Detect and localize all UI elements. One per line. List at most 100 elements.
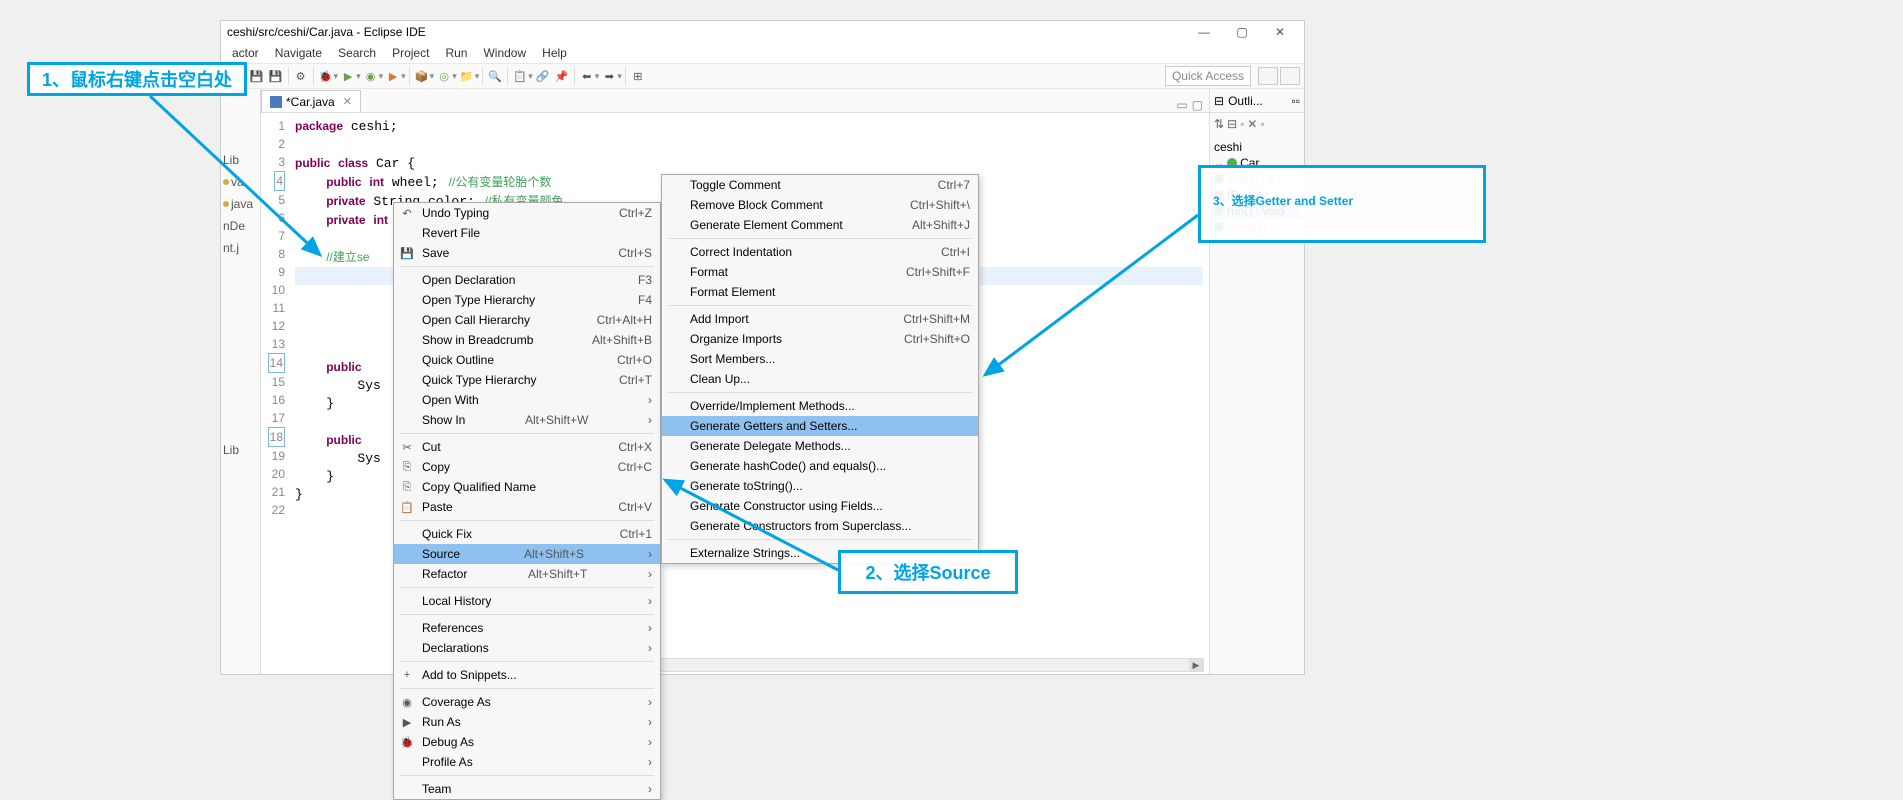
menu-item-save[interactable]: 💾SaveCtrl+S [394, 243, 660, 263]
menu-item-generate-hashcode-and-equals-[interactable]: Generate hashCode() and equals()... [662, 456, 978, 476]
menu-item-show-in[interactable]: Show InAlt+Shift+W› [394, 410, 660, 430]
back-icon[interactable]: ⬅ [578, 67, 596, 85]
hide-nonpublic-icon[interactable]: ◦ [1260, 117, 1264, 131]
annotation-3: 3、选择Getter and Setter [1198, 165, 1486, 243]
filter-icon[interactable]: ⊟ [1227, 117, 1237, 131]
menu-help[interactable]: Help [535, 44, 574, 62]
save-icon[interactable]: 💾 [248, 67, 266, 85]
menu-item-correct-indentation[interactable]: Correct IndentationCtrl+I [662, 242, 978, 262]
menu-window[interactable]: Window [476, 44, 533, 62]
perspective-button[interactable] [1258, 67, 1278, 85]
outline-icon: ⊟ [1214, 94, 1224, 108]
menu-item-sort-members-[interactable]: Sort Members... [662, 349, 978, 369]
menu-item-run-as[interactable]: ▶Run As› [394, 712, 660, 732]
new-folder-icon[interactable]: 📁 [458, 67, 476, 85]
pin-icon[interactable]: 📌 [553, 67, 571, 85]
menu-item-cut[interactable]: ✂CutCtrl+X [394, 437, 660, 457]
scroll-right-icon[interactable]: ▶ [1189, 659, 1203, 671]
maximize-view-icon[interactable]: ▢ [1192, 98, 1203, 112]
menu-item-paste[interactable]: 📋PasteCtrl+V [394, 497, 660, 517]
java-perspective-button[interactable] [1280, 67, 1300, 85]
menu-item-format[interactable]: FormatCtrl+Shift+F [662, 262, 978, 282]
menu-item-revert-file[interactable]: Revert File [394, 223, 660, 243]
saveall-icon[interactable]: 💾 [267, 67, 285, 85]
menu-item-open-with[interactable]: Open With› [394, 390, 660, 410]
coverage-icon[interactable]: ◉ [362, 67, 380, 85]
search-icon[interactable]: 🔍 [486, 67, 504, 85]
left-item[interactable]: nDe [221, 215, 260, 237]
menu-item-clean-up-[interactable]: Clean Up... [662, 369, 978, 389]
menu-item-team[interactable]: Team› [394, 779, 660, 799]
menu-item-open-call-hierarchy[interactable]: Open Call HierarchyCtrl+Alt+H [394, 310, 660, 330]
menu-item-refactor[interactable]: RefactorAlt+Shift+T› [394, 564, 660, 584]
tab-close-icon[interactable]: ✕ [343, 95, 352, 108]
menu-refactor[interactable]: actor [225, 44, 266, 62]
tool-icon[interactable]: ⚙ [292, 67, 310, 85]
context-menu: ↶Undo TypingCtrl+ZRevert File💾SaveCtrl+S… [393, 202, 661, 800]
menu-item-organize-imports[interactable]: Organize ImportsCtrl+Shift+O [662, 329, 978, 349]
link-icon[interactable]: 🔗 [534, 67, 552, 85]
annotation-1: 1、鼠标右键点击空白处 [27, 62, 247, 96]
menu-item-copy-qualified-name[interactable]: ⎘Copy Qualified Name [394, 477, 660, 497]
new-pkg-icon[interactable]: 📦 [413, 67, 431, 85]
menu-item-add-to-snippets-[interactable]: +Add to Snippets... [394, 665, 660, 685]
menubar: actor Navigate Search Project Run Window… [221, 43, 1304, 63]
menu-run[interactable]: Run [438, 44, 474, 62]
menu-item-open-declaration[interactable]: Open DeclarationF3 [394, 270, 660, 290]
menu-item-remove-block-comment[interactable]: Remove Block CommentCtrl+Shift+\ [662, 195, 978, 215]
sort-icon[interactable]: ⇅ [1214, 117, 1224, 131]
menu-item-add-import[interactable]: Add ImportCtrl+Shift+M [662, 309, 978, 329]
menu-item-show-in-breadcrumb[interactable]: Show in BreadcrumbAlt+Shift+B [394, 330, 660, 350]
menu-item-generate-delegate-methods-[interactable]: Generate Delegate Methods... [662, 436, 978, 456]
menu-item-references[interactable]: References› [394, 618, 660, 638]
menu-item-generate-getters-and-setters-[interactable]: Generate Getters and Setters... [662, 416, 978, 436]
menu-navigate[interactable]: Navigate [268, 44, 329, 62]
menu-project[interactable]: Project [385, 44, 436, 62]
task-icon[interactable]: 📋 [511, 67, 529, 85]
view-menu-icon[interactable]: ▫▫ [1291, 94, 1300, 108]
left-item[interactable]: java [221, 193, 260, 215]
menu-item-coverage-as[interactable]: ◉Coverage As› [394, 692, 660, 712]
menu-item-profile-as[interactable]: Profile As› [394, 752, 660, 772]
menu-item-toggle-comment[interactable]: Toggle CommentCtrl+7 [662, 175, 978, 195]
hide-fields-icon[interactable]: ◦ [1240, 117, 1244, 131]
outline-item[interactable]: ceshi [1212, 139, 1302, 155]
menu-item-override-implement-methods-[interactable]: Override/Implement Methods... [662, 396, 978, 416]
left-item[interactable]: va [221, 171, 260, 193]
hide-static-icon[interactable]: ✕ [1247, 117, 1257, 131]
debug-icon[interactable]: 🐞 [317, 67, 335, 85]
menu-item-debug-as[interactable]: 🐞Debug As› [394, 732, 660, 752]
menu-item-copy[interactable]: ⎘CopyCtrl+C [394, 457, 660, 477]
menu-item-local-history[interactable]: Local History› [394, 591, 660, 611]
fwd-icon[interactable]: ➡ [600, 67, 618, 85]
menu-item-generate-constructors-from-superclass-[interactable]: Generate Constructors from Superclass... [662, 516, 978, 536]
java-file-icon [270, 96, 282, 108]
left-item[interactable]: Lib [221, 149, 260, 171]
menu-item-quick-type-hierarchy[interactable]: Quick Type HierarchyCtrl+T [394, 370, 660, 390]
menu-item-quick-outline[interactable]: Quick OutlineCtrl+O [394, 350, 660, 370]
run-icon[interactable]: ▶ [339, 67, 357, 85]
new-class-icon[interactable]: ◎ [435, 67, 453, 85]
menu-item-open-type-hierarchy[interactable]: Open Type HierarchyF4 [394, 290, 660, 310]
menu-item-generate-tostring-[interactable]: Generate toString()... [662, 476, 978, 496]
menu-item-declarations[interactable]: Declarations› [394, 638, 660, 658]
menu-search[interactable]: Search [331, 44, 383, 62]
perspective-icon[interactable]: ⊞ [629, 67, 647, 85]
menu-item-generate-constructor-using-fields-[interactable]: Generate Constructor using Fields... [662, 496, 978, 516]
editor-tab[interactable]: *Car.java ✕ [261, 90, 361, 112]
left-item[interactable]: Lib [221, 439, 260, 461]
menu-item-format-element[interactable]: Format Element [662, 282, 978, 302]
line-gutter: 12345678910111213141516171819202122 [261, 113, 289, 674]
close-button[interactable]: ✕ [1262, 22, 1298, 42]
menu-item-undo-typing[interactable]: ↶Undo TypingCtrl+Z [394, 203, 660, 223]
maximize-button[interactable]: ▢ [1224, 22, 1260, 42]
left-item[interactable]: nt.j [221, 237, 260, 259]
minimize-view-icon[interactable]: ▭ [1176, 98, 1187, 112]
ext-tools-icon[interactable]: ▶ [384, 67, 402, 85]
outline-tab[interactable]: ⊟ Outli... ▫▫ [1210, 89, 1304, 113]
menu-item-quick-fix[interactable]: Quick FixCtrl+1 [394, 524, 660, 544]
menu-item-generate-element-comment[interactable]: Generate Element CommentAlt+Shift+J [662, 215, 978, 235]
menu-item-source[interactable]: SourceAlt+Shift+S› [394, 544, 660, 564]
quick-access[interactable]: Quick Access [1165, 66, 1251, 86]
minimize-button[interactable]: — [1186, 22, 1222, 42]
